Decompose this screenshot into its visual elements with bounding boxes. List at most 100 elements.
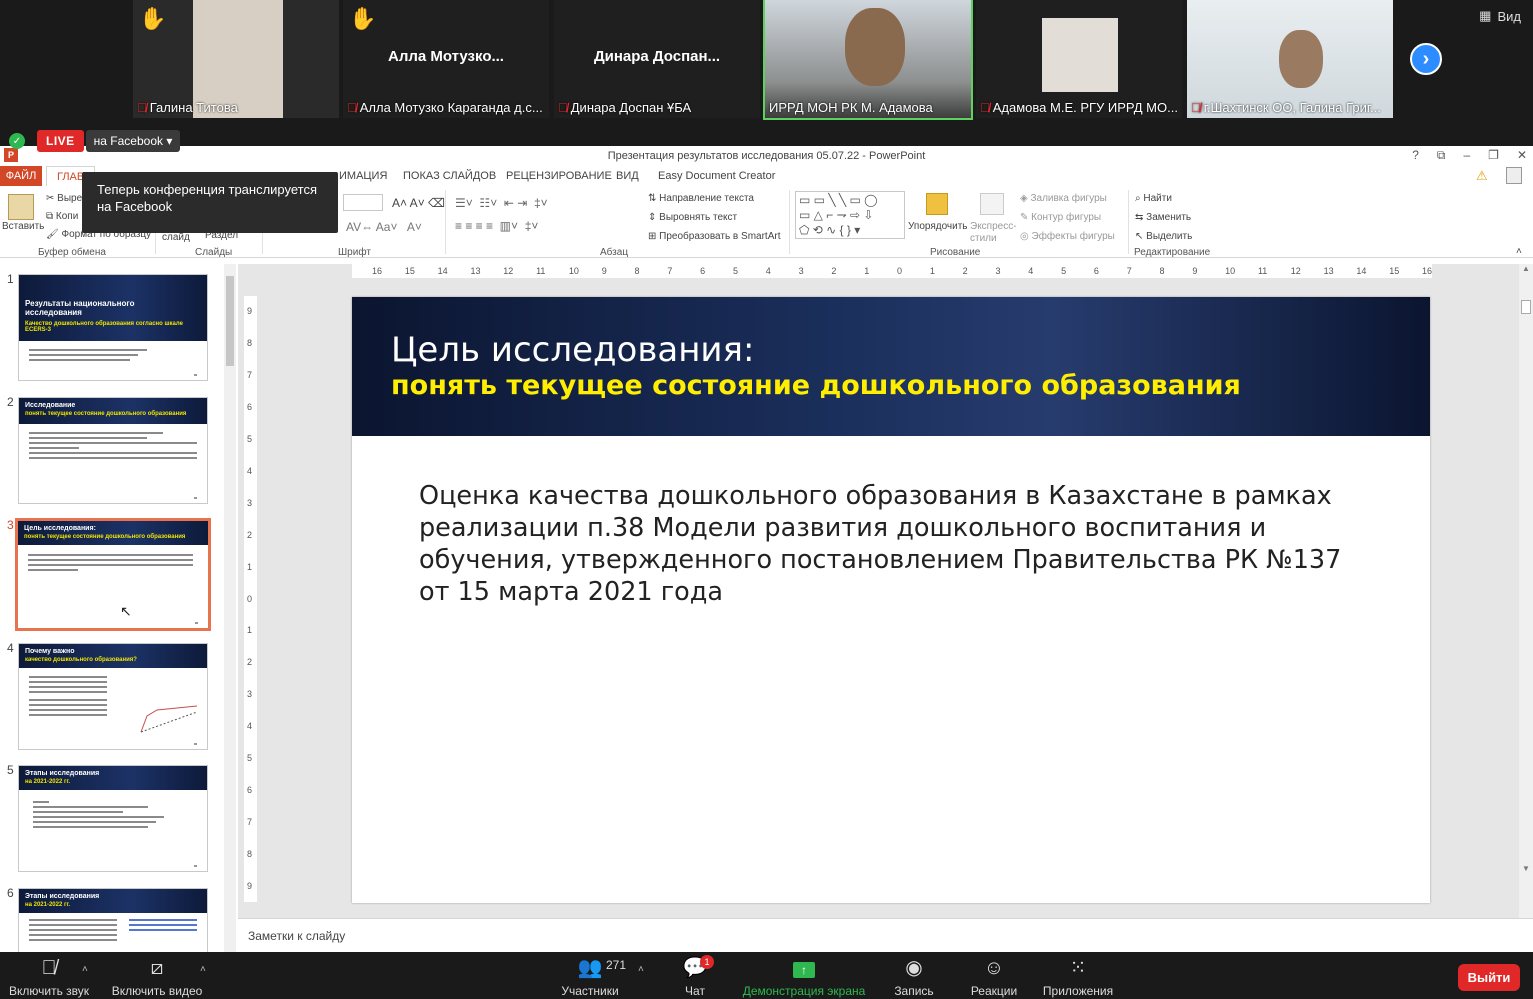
select-button[interactable]: ↖ Выделить: [1135, 231, 1192, 242]
current-slide[interactable]: Цель исследования: понять текущее состоя…: [352, 297, 1430, 903]
tab-file[interactable]: ФАЙЛ: [0, 166, 42, 186]
live-target-dropdown[interactable]: на Facebook ▾: [85, 130, 181, 152]
tab-animation[interactable]: ИМАЦИЯ: [339, 170, 387, 182]
shape-effects-button[interactable]: ◎ Эффекты фигуры: [1020, 231, 1115, 242]
ruler-tick-label: 12: [503, 266, 514, 276]
security-shield-icon[interactable]: ✓: [9, 133, 25, 149]
participant-tile-3[interactable]: Динара Доспан... 🎙̸ Динара Доспан ҰБА: [554, 0, 760, 118]
notes-placeholder[interactable]: Заметки к слайду: [248, 929, 345, 943]
grow-font-icon[interactable]: A˄ A˅ ⌫: [392, 196, 445, 210]
ribbon-separator: [1128, 190, 1129, 254]
effects-icon: ◎: [1020, 231, 1032, 242]
shape-outline-button[interactable]: ✎ Контур фигуры: [1020, 212, 1101, 223]
warning-icon[interactable]: ⚠: [1476, 168, 1488, 184]
ruler-tick-label: 7: [247, 817, 253, 828]
start-video-button[interactable]: ⧄ Включить видео: [108, 952, 206, 999]
thumbnail-subtitle: понять текущее состояние дошкольного обр…: [25, 411, 187, 417]
thumbnails-scrollbar[interactable]: [224, 264, 236, 952]
notes-pane[interactable]: Заметки к слайду: [238, 918, 1533, 952]
ruler-tick-label: 2: [247, 529, 253, 540]
quick-styles-icon[interactable]: [980, 193, 1004, 215]
minimize-icon[interactable]: –: [1463, 148, 1470, 163]
thumbnail-text-lines: [29, 432, 197, 462]
ruler-tick-label: 1: [929, 266, 935, 276]
smartart-button[interactable]: ⊞ Преобразовать в SmartArt: [648, 231, 780, 242]
thumbnail-mini-chart: [140, 705, 198, 733]
reactions-button[interactable]: ☺ Реакции: [970, 952, 1018, 999]
ruler-tick-label: 9: [247, 306, 253, 316]
collapse-ribbon-icon[interactable]: ˄: [1516, 246, 1522, 257]
scroll-up-icon[interactable]: ▲: [1522, 264, 1530, 273]
arrange-button[interactable]: Упорядочить: [908, 221, 968, 232]
font-formatting-icons[interactable]: AV⇔ Aa˅ A˅: [346, 220, 422, 234]
font-size-box[interactable]: [343, 194, 383, 211]
align-text-button[interactable]: ⇕ Выровнять текст: [648, 212, 737, 223]
record-button[interactable]: ◉ Запись: [892, 952, 936, 999]
tab-view[interactable]: ВИД: [616, 170, 639, 182]
tab-review[interactable]: РЕЦЕНЗИРОВАНИЕ: [506, 170, 612, 182]
slide-scrollbar[interactable]: ▲ ▼: [1519, 264, 1533, 918]
copy-button[interactable]: ⧉ Копи: [46, 211, 78, 222]
ruler-tick-label: 3: [247, 497, 253, 508]
ruler-tick-label: 7: [247, 369, 253, 380]
participant-tile-6[interactable]: 🎙̸ г.Шахтинск ОО, Галина Григ...: [1187, 0, 1393, 118]
scrollbar-thumb[interactable]: [226, 276, 234, 366]
video-off-icon: ⧄: [150, 957, 164, 979]
slide-body-text[interactable]: Оценка качества дошкольного образования …: [419, 480, 1369, 608]
ribbon-options-icon[interactable]: ⧉: [1437, 148, 1446, 163]
arrange-icon[interactable]: [926, 193, 948, 215]
list-icons[interactable]: ☰˅ ☷˅ ⇤ ⇥ ‡˅: [455, 196, 548, 210]
paste-button[interactable]: Вставить: [2, 221, 44, 232]
quick-styles-button[interactable]: Экспресс-стили: [970, 221, 1020, 245]
thumbnail-slide-5[interactable]: Этапы исследования на 2021-2022 гг.: [18, 765, 208, 872]
participant-tile-2[interactable]: ✋ Алла Мотузко... 🎙̸ Алла Мотузко Караган…: [343, 0, 549, 118]
cursor-icon: ↖: [1135, 231, 1147, 242]
thumbnail-text-lines: [29, 349, 197, 364]
cut-button[interactable]: ✂ Выре: [46, 193, 82, 204]
shape-fill-button[interactable]: ◈ Заливка фигуры: [1020, 193, 1107, 204]
scroll-down-icon[interactable]: ▼: [1522, 864, 1530, 873]
thumbnail-slide-6[interactable]: Этапы исследования на 2021-2022 гг.: [18, 888, 208, 952]
video-options-chevron-icon[interactable]: ˄: [200, 964, 206, 975]
group-label-clipboard: Буфер обмена: [38, 247, 106, 258]
vertical-ruler: 9 8 7 6 5 4 3 2 1 0 1 2 3 4 5 6 7 8 9: [244, 296, 257, 902]
unmute-button[interactable]: 🎙̸ Включить звук: [6, 952, 92, 999]
thumbnail-title: Почему важно: [25, 648, 75, 655]
account-avatar[interactable]: [1506, 167, 1522, 184]
next-participants-arrow-icon[interactable]: ›: [1410, 43, 1442, 75]
slide-title[interactable]: Цель исследования:: [391, 330, 754, 370]
close-icon[interactable]: ✕: [1517, 148, 1527, 163]
paste-icon[interactable]: [8, 194, 34, 220]
participant-tile-5[interactable]: 🎙̸ Адамова М.Е. РГУ ИРРД МО...: [976, 0, 1182, 118]
participant-tile-4-active-speaker[interactable]: ИРРД МОН РК М. Адамова: [763, 0, 973, 120]
participant-caption: 🎙̸ г.Шахтинск ОО, Галина Григ...: [1191, 100, 1381, 115]
participant-name: Динара Доспан...: [593, 48, 721, 65]
shapes-gallery[interactable]: ▭ ▭ ╲ ╲ ▭ ◯ ▭ △ ⌐ ⇁ ⇨ ⇩ ⬠ ⟲ ∿ { } ▾: [795, 191, 905, 239]
find-button[interactable]: ⌕ Найти: [1135, 193, 1172, 204]
slide-subtitle[interactable]: понять текущее состояние дошкольного обр…: [391, 370, 1241, 401]
ruler-tick-label: 15: [404, 266, 415, 276]
text-direction-icon: ⇅: [648, 193, 660, 204]
new-slide-button[interactable]: слайд: [162, 232, 190, 243]
thumbnail-slide-4[interactable]: Почему важно качество дошкольного образо…: [18, 643, 208, 750]
leave-meeting-button[interactable]: Выйти: [1458, 964, 1520, 991]
emoji-icon: ☺: [983, 957, 1005, 979]
live-badge[interactable]: LIVE: [37, 130, 84, 152]
restore-icon[interactable]: ❐: [1488, 148, 1499, 163]
view-button[interactable]: ▦ Вид: [1479, 8, 1521, 24]
apps-button[interactable]: ⁙ Приложения: [1040, 952, 1116, 999]
help-icon[interactable]: ?: [1412, 148, 1419, 163]
scrollbar-thumb[interactable]: [1521, 300, 1531, 314]
alignment-icons[interactable]: ≡ ≡ ≡ ≡ ▥˅ ‡˅: [455, 219, 538, 233]
replace-button[interactable]: ⇆ Заменить: [1135, 212, 1191, 223]
thumbnail-slide-2[interactable]: Исследование понять текущее состояние до…: [18, 397, 208, 504]
share-screen-button[interactable]: ↑ Демонстрация экрана: [742, 952, 866, 999]
participants-options-chevron-icon[interactable]: ˄: [638, 964, 644, 975]
tab-easy-document-creator[interactable]: Easy Document Creator: [658, 170, 775, 182]
audio-options-chevron-icon[interactable]: ˄: [82, 964, 88, 975]
thumbnail-slide-3-selected[interactable]: Цель исследования: понять текущее состоя…: [15, 518, 211, 631]
thumbnail-slide-1[interactable]: Результаты национального исследования Ка…: [18, 274, 208, 381]
participant-tile-1[interactable]: ✋ 🎙̸ Галина Титова: [133, 0, 339, 118]
tab-slide-show[interactable]: ПОКАЗ СЛАЙДОВ: [403, 170, 496, 182]
text-direction-button[interactable]: ⇅ Направление текста: [648, 193, 754, 204]
